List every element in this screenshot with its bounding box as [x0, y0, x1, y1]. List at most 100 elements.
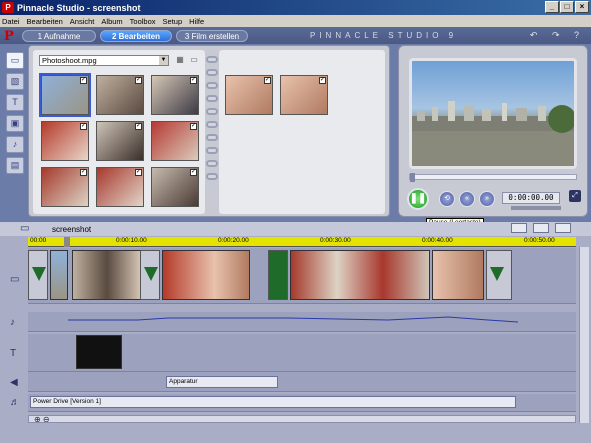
title-overlay-track[interactable] — [28, 334, 576, 372]
tab-aufnahme[interactable]: 1 Aufnahme — [22, 30, 96, 42]
playback-scrubber[interactable] — [409, 173, 577, 182]
menu-bearbeiten[interactable]: Bearbeiten — [27, 17, 63, 26]
thumbnail-checkmark-icon: ✓ — [135, 123, 142, 130]
timeline-panel: ▭ screenshot 00:00 0:00:10.00 0:00:20.00… — [0, 222, 591, 443]
album-section-tabs: ▭ ▧ T ▣ ♪ ▤ — [4, 52, 26, 212]
sound-effect-track[interactable]: Apparatur — [28, 372, 576, 392]
project-title: screenshot — [52, 225, 92, 234]
video-clip[interactable] — [162, 250, 250, 300]
minimize-button[interactable]: _ — [545, 1, 559, 13]
playhead[interactable] — [64, 237, 70, 247]
album-page-right: ✓ ✓ — [219, 50, 385, 214]
chevron-down-icon[interactable]: ▼ — [159, 56, 168, 65]
video-clip[interactable] — [50, 250, 68, 300]
maximize-button[interactable]: □ — [560, 1, 574, 13]
video-scenes-icon[interactable]: ▭ — [6, 52, 24, 69]
transition-clip[interactable] — [28, 250, 48, 300]
preview-screen — [409, 58, 577, 169]
volume-slider[interactable] — [511, 206, 561, 210]
brand-label: PINNACLE STUDIO 9 — [310, 31, 458, 40]
text-view-button[interactable] — [555, 223, 571, 233]
music-track[interactable]: Power Drive [Version 1] — [28, 394, 576, 412]
mode-tabs-bar: P 1 Aufnahme 2 Bearbeiten 3 Film erstell… — [0, 27, 591, 44]
folder-icon[interactable]: ▦ — [175, 55, 185, 65]
sound-effects-icon[interactable]: ♪ — [6, 136, 24, 153]
video-clip[interactable] — [72, 250, 142, 300]
transition-clip[interactable] — [140, 250, 160, 300]
sound-effect-clip[interactable]: Apparatur — [166, 376, 278, 388]
thumbnail-checkmark-icon: ✓ — [190, 169, 197, 176]
ruler-tick: 0:00:10.00 — [116, 237, 147, 244]
timeline-vertical-scrollbar[interactable] — [579, 247, 589, 423]
transition-clip[interactable] — [486, 250, 512, 300]
thumbnail-checkmark-icon: ✓ — [135, 77, 142, 84]
album-thumbnail-people-talking[interactable]: ✓ — [96, 121, 144, 161]
ruler-tick: 00:00 — [30, 237, 47, 244]
video-clip[interactable] — [432, 250, 484, 300]
album-thumbnail-person-standing[interactable]: ✓ — [151, 75, 199, 115]
close-button[interactable]: × — [575, 1, 589, 13]
titles-icon[interactable]: T — [6, 94, 24, 111]
album-thumbnail-city-skyline[interactable]: ✓ — [39, 73, 91, 117]
menu-ansicht[interactable]: Ansicht — [70, 17, 95, 26]
video-track[interactable] — [28, 248, 576, 304]
zoom-in-out-icons[interactable]: ⊕ ⊖ — [34, 415, 50, 424]
open-folder-icon[interactable]: ▭ — [189, 55, 199, 65]
menu-album[interactable]: Album — [101, 17, 122, 26]
timecode-counter[interactable]: 0:00:00.00 — [502, 192, 560, 204]
title-overlay-clip[interactable] — [76, 335, 122, 369]
tab-bearbeiten[interactable]: 2 Bearbeiten — [100, 30, 172, 42]
undo-redo-help-icons[interactable]: ↶ ↷ ? — [530, 30, 585, 41]
original-audio-icon: ♪ — [10, 317, 15, 328]
window-title: Pinnacle Studio - screenshot — [17, 2, 141, 13]
thumbnail-checkmark-icon: ✓ — [264, 77, 271, 84]
fullscreen-icon[interactable]: ⤢ — [569, 190, 581, 202]
album-thumbnail-room-people[interactable]: ✓ — [96, 75, 144, 115]
movie-icon: ▭ — [20, 223, 30, 234]
loop-icon[interactable]: ⟲ — [439, 191, 455, 207]
ruler-tick: 0:00:50.00 — [524, 237, 555, 244]
thumbnail-checkmark-icon: ✓ — [80, 77, 87, 84]
tab-film-erstellen[interactable]: 3 Film erstellen — [176, 30, 248, 42]
window-controls: _ □ × — [545, 1, 589, 13]
timeline-horizontal-scrollbar[interactable] — [28, 415, 576, 423]
music-clip[interactable]: Power Drive [Version 1] — [30, 396, 516, 408]
music-track-icon: ♬ — [10, 397, 20, 408]
album-thumbnail-woman-red[interactable]: ✓ — [41, 121, 89, 161]
menu-datei[interactable]: Datei — [2, 17, 20, 26]
album-page-left: Photoshoot.mpg ▼ ▦ ▭ ✓ ✓ ✓ ✓ ✓ ✓ ✓ ✓ ✓ — [33, 50, 205, 214]
menu-setup[interactable]: Setup — [163, 17, 183, 26]
thumbnail-checkmark-icon: ✓ — [190, 123, 197, 130]
album-rings — [205, 56, 219, 206]
photos-icon[interactable]: ▣ — [6, 115, 24, 132]
rewind-icon[interactable]: « — [459, 191, 475, 207]
menu-hilfe[interactable]: Hilfe — [189, 17, 204, 26]
title-track-icon: T — [10, 348, 17, 359]
app-icon: P — [2, 2, 14, 13]
time-ruler[interactable]: 00:00 0:00:10.00 0:00:20.00 0:00:30.00 0… — [28, 237, 576, 247]
transition-clip[interactable] — [268, 250, 288, 300]
thumbnail-checkmark-icon: ✓ — [190, 77, 197, 84]
storyboard-view-button[interactable] — [511, 223, 527, 233]
timeline-view-button[interactable] — [533, 223, 549, 233]
city-view-image — [412, 101, 574, 166]
menus-icon[interactable]: ▤ — [6, 157, 24, 174]
audio-volume-line — [68, 316, 519, 323]
album-thumbnail-red-room[interactable]: ✓ — [151, 121, 199, 161]
file-select-value: Photoshoot.mpg — [42, 56, 97, 65]
video-clip[interactable] — [290, 250, 430, 300]
fast-forward-icon[interactable]: » — [479, 191, 495, 207]
menu-toolbox[interactable]: Toolbox — [130, 17, 156, 26]
album-thumbnail-woman-smile-1[interactable]: ✓ — [225, 75, 273, 115]
file-select[interactable]: Photoshoot.mpg ▼ — [39, 55, 169, 66]
pause-button[interactable]: ❚❚ — [407, 188, 429, 210]
album-thumbnail-woman-portrait[interactable]: ✓ — [151, 167, 199, 207]
album-thumbnail-ladder-room[interactable]: ✓ — [41, 167, 89, 207]
original-audio-track[interactable] — [28, 312, 576, 332]
album-thumbnail-woman-smile-2[interactable]: ✓ — [280, 75, 328, 115]
thumbnail-checkmark-icon: ✓ — [135, 169, 142, 176]
transitions-icon[interactable]: ▧ — [6, 73, 24, 90]
preview-player: ❚❚ ⟲ « » 0:00:00.00 ⤢ — [398, 45, 588, 217]
album-thumbnail-people-red[interactable]: ✓ — [96, 167, 144, 207]
scrubber-knob[interactable] — [410, 173, 415, 182]
